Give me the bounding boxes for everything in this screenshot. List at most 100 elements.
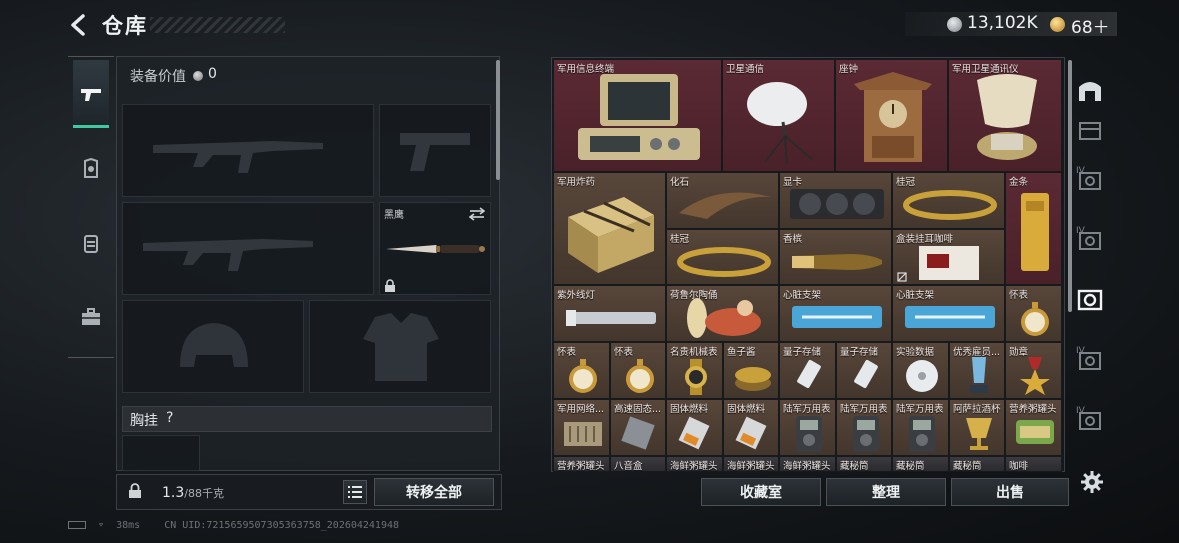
storage-item[interactable]: 军用信息终端 [553,59,722,172]
filter-all[interactable] [1072,72,1108,108]
filter-category-6[interactable]: IV [1072,402,1108,438]
storage-item[interactable]: 军用炸药 [553,172,666,285]
storage-item[interactable]: 名贵机械表 [666,342,723,399]
weight-lock-icon[interactable] [128,483,142,499]
storage-item[interactable]: 实验数据 [892,342,949,399]
pistol-slot[interactable] [379,104,491,197]
nav-backpack[interactable] [73,225,109,261]
storage-item[interactable]: 咖啡 [1005,456,1062,472]
storage-item[interactable]: 鱼子酱 [723,342,779,399]
storage-item[interactable]: 勋章 [1005,342,1062,399]
item-name: 实验数据 [896,347,935,358]
storage-item[interactable]: 座钟 [835,59,948,172]
storage-item[interactable]: 八音盒 [610,456,666,472]
multimeter-icon [796,416,822,452]
tier-badge: IV [1076,226,1085,236]
storage-item[interactable]: 军用网络... [553,399,610,456]
storage-item[interactable]: 营养粥罐头 [553,456,610,472]
chest-rig-label: 胸挂 [130,413,158,429]
swap-icon[interactable] [469,207,485,221]
nav-weapons[interactable] [73,60,109,128]
helmet-slot[interactable] [122,300,304,393]
storage-item[interactable]: 心脏支架 [892,285,1005,342]
storage-item[interactable]: 陆军万用表 [836,399,892,456]
chest-rig-slot[interactable] [122,435,200,471]
storage-item[interactable]: 香槟 [779,229,892,285]
melee-slot-label: 黑鹰 [384,210,404,221]
storage-item[interactable]: 海鲜粥罐头 [666,456,723,472]
back-arrow-icon[interactable] [66,12,92,38]
graphics-card-icon [790,189,884,219]
medal-icon [1020,357,1050,395]
item-name: 紫外线灯 [557,290,596,301]
gold-amount[interactable]: 68＋ [1071,13,1110,38]
lock-icon [385,279,395,292]
list-view-button[interactable] [343,480,367,504]
storage-item[interactable]: 心脏支架 [779,285,892,342]
satellite-dish-icon [747,82,814,165]
storage-item[interactable]: 藏秘筒 [949,456,1005,472]
transfer-all-button[interactable]: 转移全部 [374,478,494,506]
gear-icon[interactable] [1080,470,1104,494]
heart-stent-icon [905,306,995,328]
fossil-claw-icon [679,192,771,219]
nav-armor[interactable] [73,151,109,187]
storage-item[interactable]: 化石 [666,172,779,229]
item-name: 怀表 [614,347,634,358]
tier-badge: IV [1076,406,1085,416]
storage-item[interactable]: 营养粥罐头 [1005,399,1062,456]
filter-category-4-active[interactable] [1072,282,1108,318]
storage-item[interactable]: 军用卫星通讯仪 [948,59,1062,172]
storage-item[interactable]: 盒装挂耳咖啡 [892,229,1005,285]
no-sale-icon [897,272,907,282]
filter-category-5[interactable]: IV [1072,342,1108,378]
chest-rig-row[interactable] [122,406,492,432]
caviar-tin-icon [735,367,771,391]
multimeter-icon [853,416,879,452]
filter-category-3[interactable]: IV [1072,222,1108,258]
storage-item[interactable]: 阿萨拉酒杯 [949,399,1005,456]
storage-item[interactable]: 荷鲁尔陶俑 [666,285,779,342]
storage-item[interactable]: 怀表 [553,342,610,399]
storage-item[interactable]: 金条 [1005,172,1062,285]
storage-item[interactable]: 量子存储 [779,342,836,399]
storage-item[interactable]: 卫星通信 [722,59,835,172]
silver-amount: 13,102K [967,13,1038,33]
list-icon [348,486,362,498]
secondary-weapon-slot[interactable] [122,202,374,295]
sell-button[interactable]: 出售 [951,478,1069,506]
battery-icon [68,521,86,529]
storage-item[interactable]: 藏秘筒 [892,456,949,472]
storage-item[interactable]: 陆军万用表 [892,399,949,456]
filter-category-1[interactable] [1072,112,1108,148]
collection-room-button[interactable]: 收藏室 [701,478,821,506]
storage-item[interactable]: 海鲜粥罐头 [779,456,836,472]
storage-item[interactable]: 固体燃料 [723,399,779,456]
storage-item[interactable]: 陆军万用表 [779,399,836,456]
loadout-scrollbar[interactable] [496,60,500,180]
item-name: 藏秘筒 [953,461,982,472]
help-icon[interactable]: ? [166,410,173,426]
storage-item[interactable]: 显卡 [779,172,892,229]
nav-case[interactable] [73,299,109,335]
storage-item[interactable]: 高速固态... [610,399,666,456]
body-armor-slot[interactable] [309,300,491,393]
primary-weapon-slot[interactable] [122,104,374,197]
storage-item[interactable]: 桂冠 [666,229,779,285]
storage-item[interactable]: 桂冠 [892,172,1005,229]
storage-item[interactable]: 海鲜粥罐头 [723,456,779,472]
storage-item[interactable]: 怀表 [1005,285,1062,342]
storage-item[interactable]: 怀表 [610,342,666,399]
crate-icon [1079,122,1101,140]
melee-slot[interactable]: 黑鹰 [379,202,491,295]
storage-item[interactable]: 固体燃料 [666,399,723,456]
storage-item[interactable]: 量子存储 [836,342,892,399]
page-title: 仓库 [102,14,148,38]
filter-category-2[interactable]: IV [1072,162,1108,198]
sort-button[interactable]: 整理 [826,478,946,506]
item-name: 怀表 [1009,290,1029,301]
storage-item[interactable]: 藏秘筒 [836,456,892,472]
storage-item[interactable]: 优秀雇员... [949,342,1005,399]
usb-drive-icon [854,359,878,389]
storage-item[interactable]: 紫外线灯 [553,285,666,342]
